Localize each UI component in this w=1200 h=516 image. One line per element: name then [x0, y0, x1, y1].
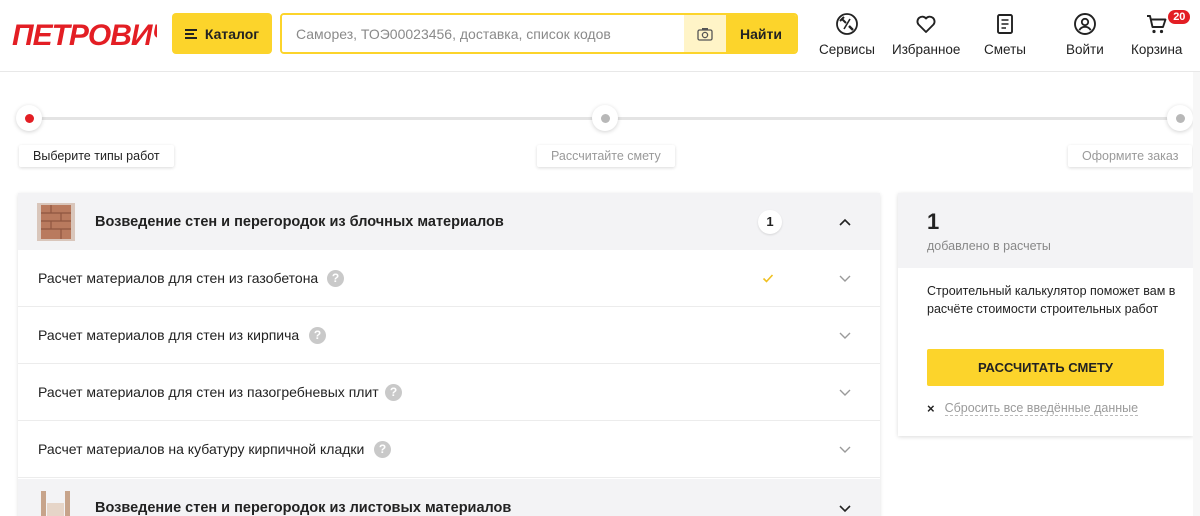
check-icon [762, 274, 774, 283]
summary-description: Строительный калькулятор поможет вам в р… [927, 284, 1176, 316]
calc-item-aerated-concrete[interactable]: Расчет материалов для стен из газобетона… [18, 250, 880, 307]
calculate-estimate-button[interactable]: РАССЧИТАТЬ СМЕТУ [927, 349, 1164, 386]
added-count-label: добавлено в расчеты [927, 239, 1051, 253]
help-icon[interactable]: ? [309, 326, 326, 344]
brick-wall-icon [37, 202, 75, 241]
step-dot-2 [592, 105, 618, 131]
step-dot-3 [1167, 105, 1193, 131]
chevron-down-icon[interactable] [838, 442, 852, 456]
estimate-summary: 1 добавлено в расчеты Строительный кальк… [898, 193, 1193, 436]
added-count: 1 [927, 209, 940, 234]
summary-header: 1 добавлено в расчеты [898, 193, 1193, 268]
document-icon [997, 14, 1013, 34]
group-title: Возведение стен и перегородок из блочных… [95, 213, 504, 230]
calc-item-title: Расчет материалов на кубатуру кирпичной … [38, 441, 365, 457]
step-label-3[interactable]: Оформите заказ [1068, 145, 1193, 167]
reset-data-link[interactable]: × Сбросить все введённые данные [927, 401, 1139, 416]
chevron-down-icon[interactable] [838, 501, 852, 515]
nav-favorites[interactable]: Избранное [892, 12, 960, 57]
calc-item-title: Расчет материалов для стен из газобетона [38, 270, 319, 286]
sheet-walls-icon [37, 488, 75, 516]
nav-estimates[interactable]: Сметы [984, 12, 1026, 57]
search-input[interactable] [282, 15, 684, 52]
nav-services[interactable]: Сервисы [819, 12, 875, 57]
nav-cart[interactable]: Корзина 20 [1131, 10, 1191, 57]
search-bar: Найти [280, 13, 798, 54]
header: ПЕТРОВИЧ Каталог Найти Сервисы Избранное [0, 0, 1200, 72]
help-icon[interactable]: ? [327, 269, 344, 287]
chevron-down-icon[interactable] [838, 271, 852, 285]
chevron-up-icon[interactable] [838, 215, 852, 229]
search-button[interactable]: Найти [726, 15, 796, 52]
calc-item-title: Расчет материалов для стен из пазогребне… [38, 384, 379, 400]
heart-icon [916, 15, 936, 33]
group-count-badge: 1 [758, 209, 782, 234]
close-icon: × [927, 401, 935, 416]
step-dot-1 [16, 105, 42, 131]
logo[interactable]: ПЕТРОВИЧ [12, 14, 157, 52]
step-label-2[interactable]: Рассчитайте смету [537, 145, 675, 167]
cart-badge: 20 [1168, 10, 1191, 24]
catalog-label: Каталог [204, 25, 260, 42]
catalog-button[interactable]: Каталог [172, 13, 272, 54]
calc-item-brick[interactable]: Расчет материалов для стен из кирпича ? [18, 307, 880, 364]
group-header-block-walls[interactable]: Возведение стен и перегородок из блочных… [18, 193, 880, 250]
page-scrollbar[interactable] [1193, 72, 1200, 516]
nav-login[interactable]: Войти [1066, 12, 1104, 57]
calc-item-title: Расчет материалов для стен из кирпича [38, 327, 300, 343]
chevron-down-icon[interactable] [838, 328, 852, 342]
calc-item-brick-volume[interactable]: Расчет материалов на кубатуру кирпичной … [18, 421, 880, 478]
help-icon[interactable]: ? [385, 383, 402, 401]
group-header-sheet-walls[interactable]: Возведение стен и перегородок из листовы… [18, 479, 880, 516]
services-icon [836, 13, 858, 35]
step-label-1[interactable]: Выберите типы работ [19, 145, 174, 167]
reset-label: Сбросить все введённые данные [944, 401, 1139, 416]
menu-icon [184, 28, 197, 39]
group-title: Возведение стен и перегородок из листовы… [95, 499, 512, 516]
cart-icon [1146, 15, 1167, 34]
chevron-down-icon[interactable] [838, 385, 852, 399]
user-icon [1073, 13, 1096, 35]
camera-search-button[interactable] [684, 15, 726, 52]
help-icon[interactable]: ? [374, 440, 391, 458]
camera-icon [697, 27, 713, 41]
svg-text:ПЕТРОВИЧ: ПЕТРОВИЧ [12, 19, 157, 52]
work-types-list: Возведение стен и перегородок из блочных… [18, 193, 880, 516]
calc-item-tongue-groove-slabs[interactable]: Расчет материалов для стен из пазогребне… [18, 364, 880, 421]
